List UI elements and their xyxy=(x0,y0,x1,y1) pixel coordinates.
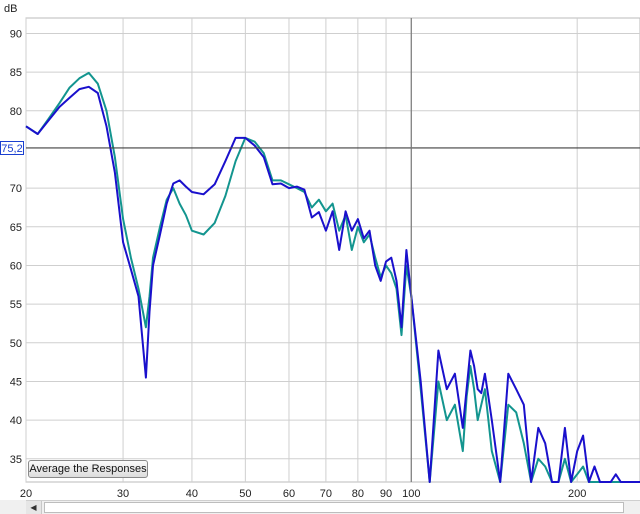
y-tick-label: 65 xyxy=(10,222,22,234)
y-tick-label: 35 xyxy=(10,454,22,466)
scrollbar-corner xyxy=(0,500,26,514)
y-tick-label: 50 xyxy=(10,338,22,350)
x-tick-label: 80 xyxy=(352,488,364,500)
y-tick-label: 60 xyxy=(10,260,22,272)
average-responses-button[interactable]: Average the Responses xyxy=(28,460,148,478)
x-tick-label: 50 xyxy=(239,488,251,500)
frequency-response-chart[interactable]: 35 40 45 50 55 60 65 70 80 85 90 20 30 40 50 60 70 80 90 1… xyxy=(0,0,640,514)
plot-area xyxy=(25,17,640,483)
y-tick-label: 85 xyxy=(10,67,22,79)
y-tick-label: 80 xyxy=(10,106,22,118)
y-axis-unit-label: dB xyxy=(4,3,17,15)
x-tick-label: 100 xyxy=(402,488,420,500)
y-tick-label: 40 xyxy=(10,415,22,427)
chart-grid xyxy=(25,17,640,483)
x-axis-ticks: 20 30 40 50 60 70 80 90 100 200 xyxy=(20,488,586,500)
x-tick-label: 60 xyxy=(283,488,295,500)
scrollbar-thumb[interactable] xyxy=(44,502,624,513)
horizontal-scrollbar[interactable]: ◀ xyxy=(26,500,640,514)
x-tick-label: 90 xyxy=(380,488,392,500)
y-tick-label: 55 xyxy=(10,299,22,311)
y-axis-ticks: 35 40 45 50 55 60 65 70 80 85 90 xyxy=(10,28,22,465)
cursor-value-badge: 75,2 xyxy=(0,140,24,155)
y-tick-label: 70 xyxy=(10,183,22,195)
y-tick-label: 45 xyxy=(10,376,22,388)
x-tick-label: 20 xyxy=(20,488,32,500)
x-tick-label: 30 xyxy=(117,488,129,500)
y-tick-label: 90 xyxy=(10,28,22,40)
x-tick-label: 200 xyxy=(568,488,586,500)
x-tick-label: 40 xyxy=(186,488,198,500)
triangle-left-icon[interactable]: ◀ xyxy=(26,501,42,514)
x-tick-label: 70 xyxy=(320,488,332,500)
